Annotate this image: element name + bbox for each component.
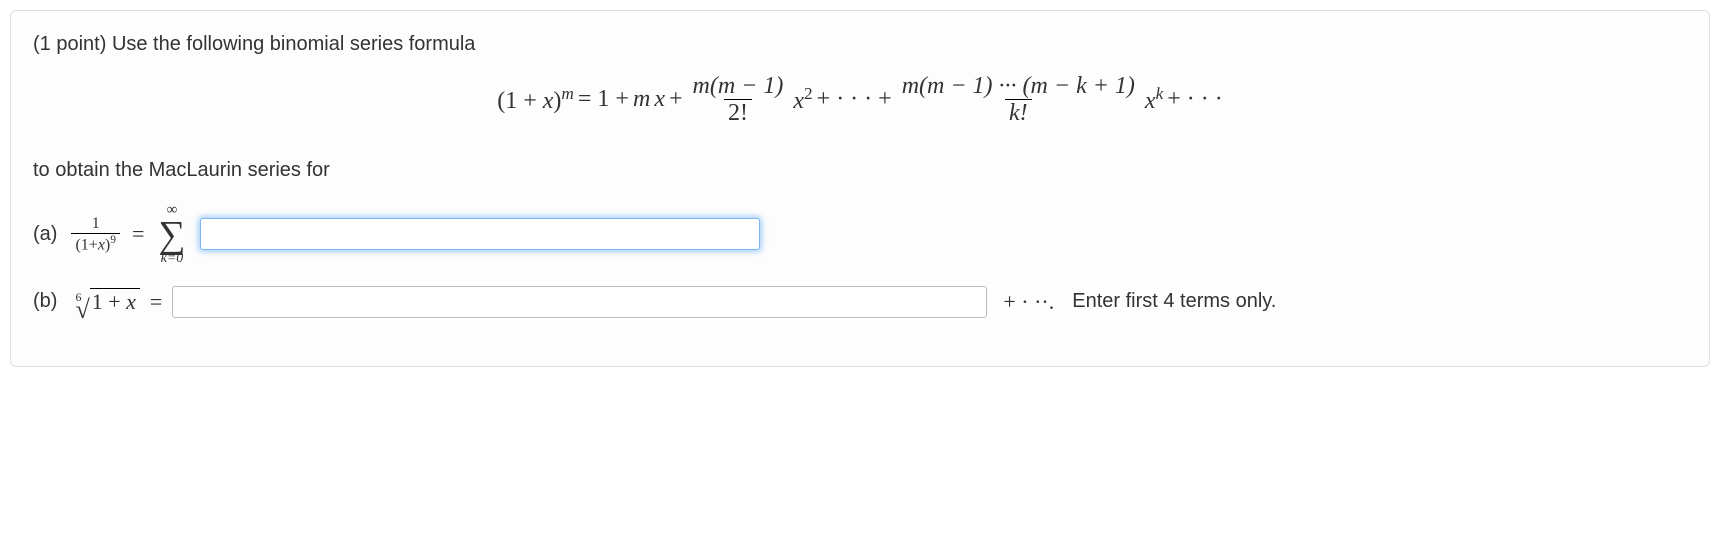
- problem-container: (1 point) Use the following binomial ser…: [10, 10, 1710, 367]
- points-label: (1 point): [33, 33, 112, 55]
- part-a-label: (a): [33, 223, 57, 246]
- part-a-den: (1+x)9: [71, 233, 120, 254]
- part-b-label: (b): [33, 290, 57, 313]
- part-a-den-var: x: [98, 236, 105, 253]
- term2-den: 2!: [724, 99, 752, 126]
- termk-exp: k: [1156, 84, 1164, 103]
- problem-outro-line: to obtain the MacLaurin series for: [33, 155, 1687, 185]
- part-a-input[interactable]: [200, 218, 760, 250]
- lhs-var: x: [543, 88, 554, 114]
- binomial-formula: (1 + x)m = 1 + mx + m(m − 1) 2! x2 + · ·…: [33, 73, 1687, 127]
- termk-xpow: xk: [1145, 84, 1163, 115]
- intro-text: Use the following binomial series formul…: [112, 33, 476, 55]
- part-a-num: 1: [88, 215, 104, 233]
- lhs-open: (1 +: [497, 88, 543, 114]
- radical-icon: √: [75, 302, 89, 318]
- formula-eq: = 1 +: [578, 86, 629, 113]
- sigma-icon: ∑: [158, 218, 185, 252]
- term2-exp: 2: [804, 84, 813, 103]
- part-a-den-open: (1+: [75, 236, 97, 253]
- part-b-input[interactable]: [172, 286, 987, 318]
- part-a-expression: 1 (1+x)9: [71, 215, 120, 254]
- radicand-pre: 1 +: [92, 289, 126, 314]
- part-a-row: (a) 1 (1+x)9 = ∞ ∑ k=0: [33, 203, 1687, 266]
- radicand-var: x: [126, 289, 136, 314]
- plus-1: +: [669, 86, 683, 113]
- term-mx-m: m: [633, 86, 650, 113]
- termk-x: x: [1145, 88, 1156, 114]
- formula-lhs: (1 + x)m: [497, 84, 574, 115]
- sum-lower: k=0: [161, 252, 184, 266]
- term2-xpow: x2: [793, 84, 812, 115]
- problem-intro-line: (1 point) Use the following binomial ser…: [33, 29, 1687, 59]
- part-b-row: (b) 6 √ 1 + x = + · ··. Enter first 4 te…: [33, 286, 1687, 318]
- part-b-root: 6 √ 1 + x: [69, 288, 139, 315]
- part-a-den-exp: 9: [110, 234, 116, 246]
- radicand: 1 + x: [90, 288, 140, 315]
- termk-num: m(m − 1) ··· (m − k + 1): [898, 73, 1139, 99]
- part-b-eq: =: [150, 289, 162, 315]
- termk-fraction: m(m − 1) ··· (m − k + 1) k!: [898, 73, 1139, 127]
- term2-fraction: m(m − 1) 2!: [689, 73, 788, 127]
- part-b-trail-math: + · ··.: [1003, 289, 1054, 315]
- plus-dots: + · · · +: [817, 86, 892, 113]
- summation-symbol: ∞ ∑ k=0: [158, 203, 185, 266]
- lhs-exp: m: [561, 84, 573, 103]
- term-mx-x: x: [654, 86, 665, 113]
- part-b-trail-text: Enter first 4 terms only.: [1072, 290, 1276, 313]
- part-a-eq: =: [132, 221, 144, 247]
- termk-den: k!: [1005, 99, 1032, 126]
- formula-trail: + · · ·: [1167, 86, 1223, 113]
- term2-num: m(m − 1): [689, 73, 788, 99]
- term2-x: x: [793, 88, 804, 114]
